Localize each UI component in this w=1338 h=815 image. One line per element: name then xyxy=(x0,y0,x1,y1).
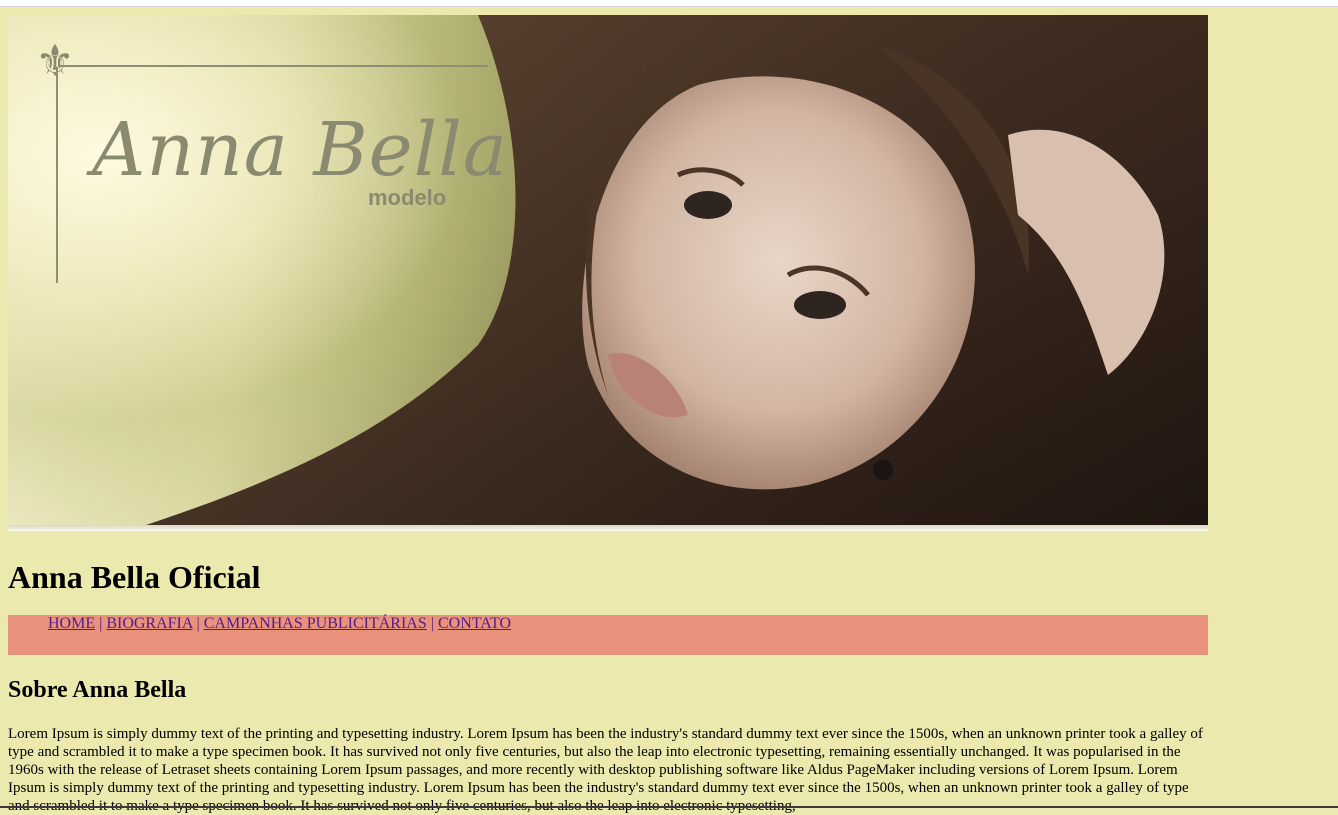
nav-link-contato[interactable]: CONTATO xyxy=(438,615,511,632)
logo-name: Anna Bella xyxy=(92,107,509,193)
nav-link-biografia[interactable]: BIOGRAFIA xyxy=(106,615,192,632)
header-banner: ⚜ Anna Bella modelo xyxy=(8,15,1208,531)
nav-separator: | xyxy=(430,615,438,632)
fleur-de-lis-icon: ⚜ xyxy=(35,36,75,87)
main-nav: HOME | BIOGRAFIA | CAMPANHAS PUBLICITÁRI… xyxy=(8,615,1208,655)
browser-top-strip xyxy=(0,0,1338,7)
logo-subtitle: modelo xyxy=(368,185,447,210)
nav-link-home[interactable]: HOME xyxy=(48,615,95,632)
logo-frame-left-line xyxy=(56,67,58,283)
nav-separator: | xyxy=(196,615,204,632)
nav-link-campanhas[interactable]: CAMPANHAS PUBLICITÁRIAS xyxy=(204,615,427,632)
page-container: ⚜ Anna Bella modelo Anna Bella Oficial H… xyxy=(8,15,1208,815)
site-title: Anna Bella Oficial xyxy=(8,559,261,595)
model-portrait-image xyxy=(128,15,1208,531)
section-title: Sobre Anna Bella xyxy=(8,677,187,703)
banner-bottom-rule xyxy=(8,525,1208,531)
bio-paragraph: Lorem Ipsum is simply dummy text of the … xyxy=(8,726,1203,815)
logo-frame-top-line xyxy=(58,65,488,67)
